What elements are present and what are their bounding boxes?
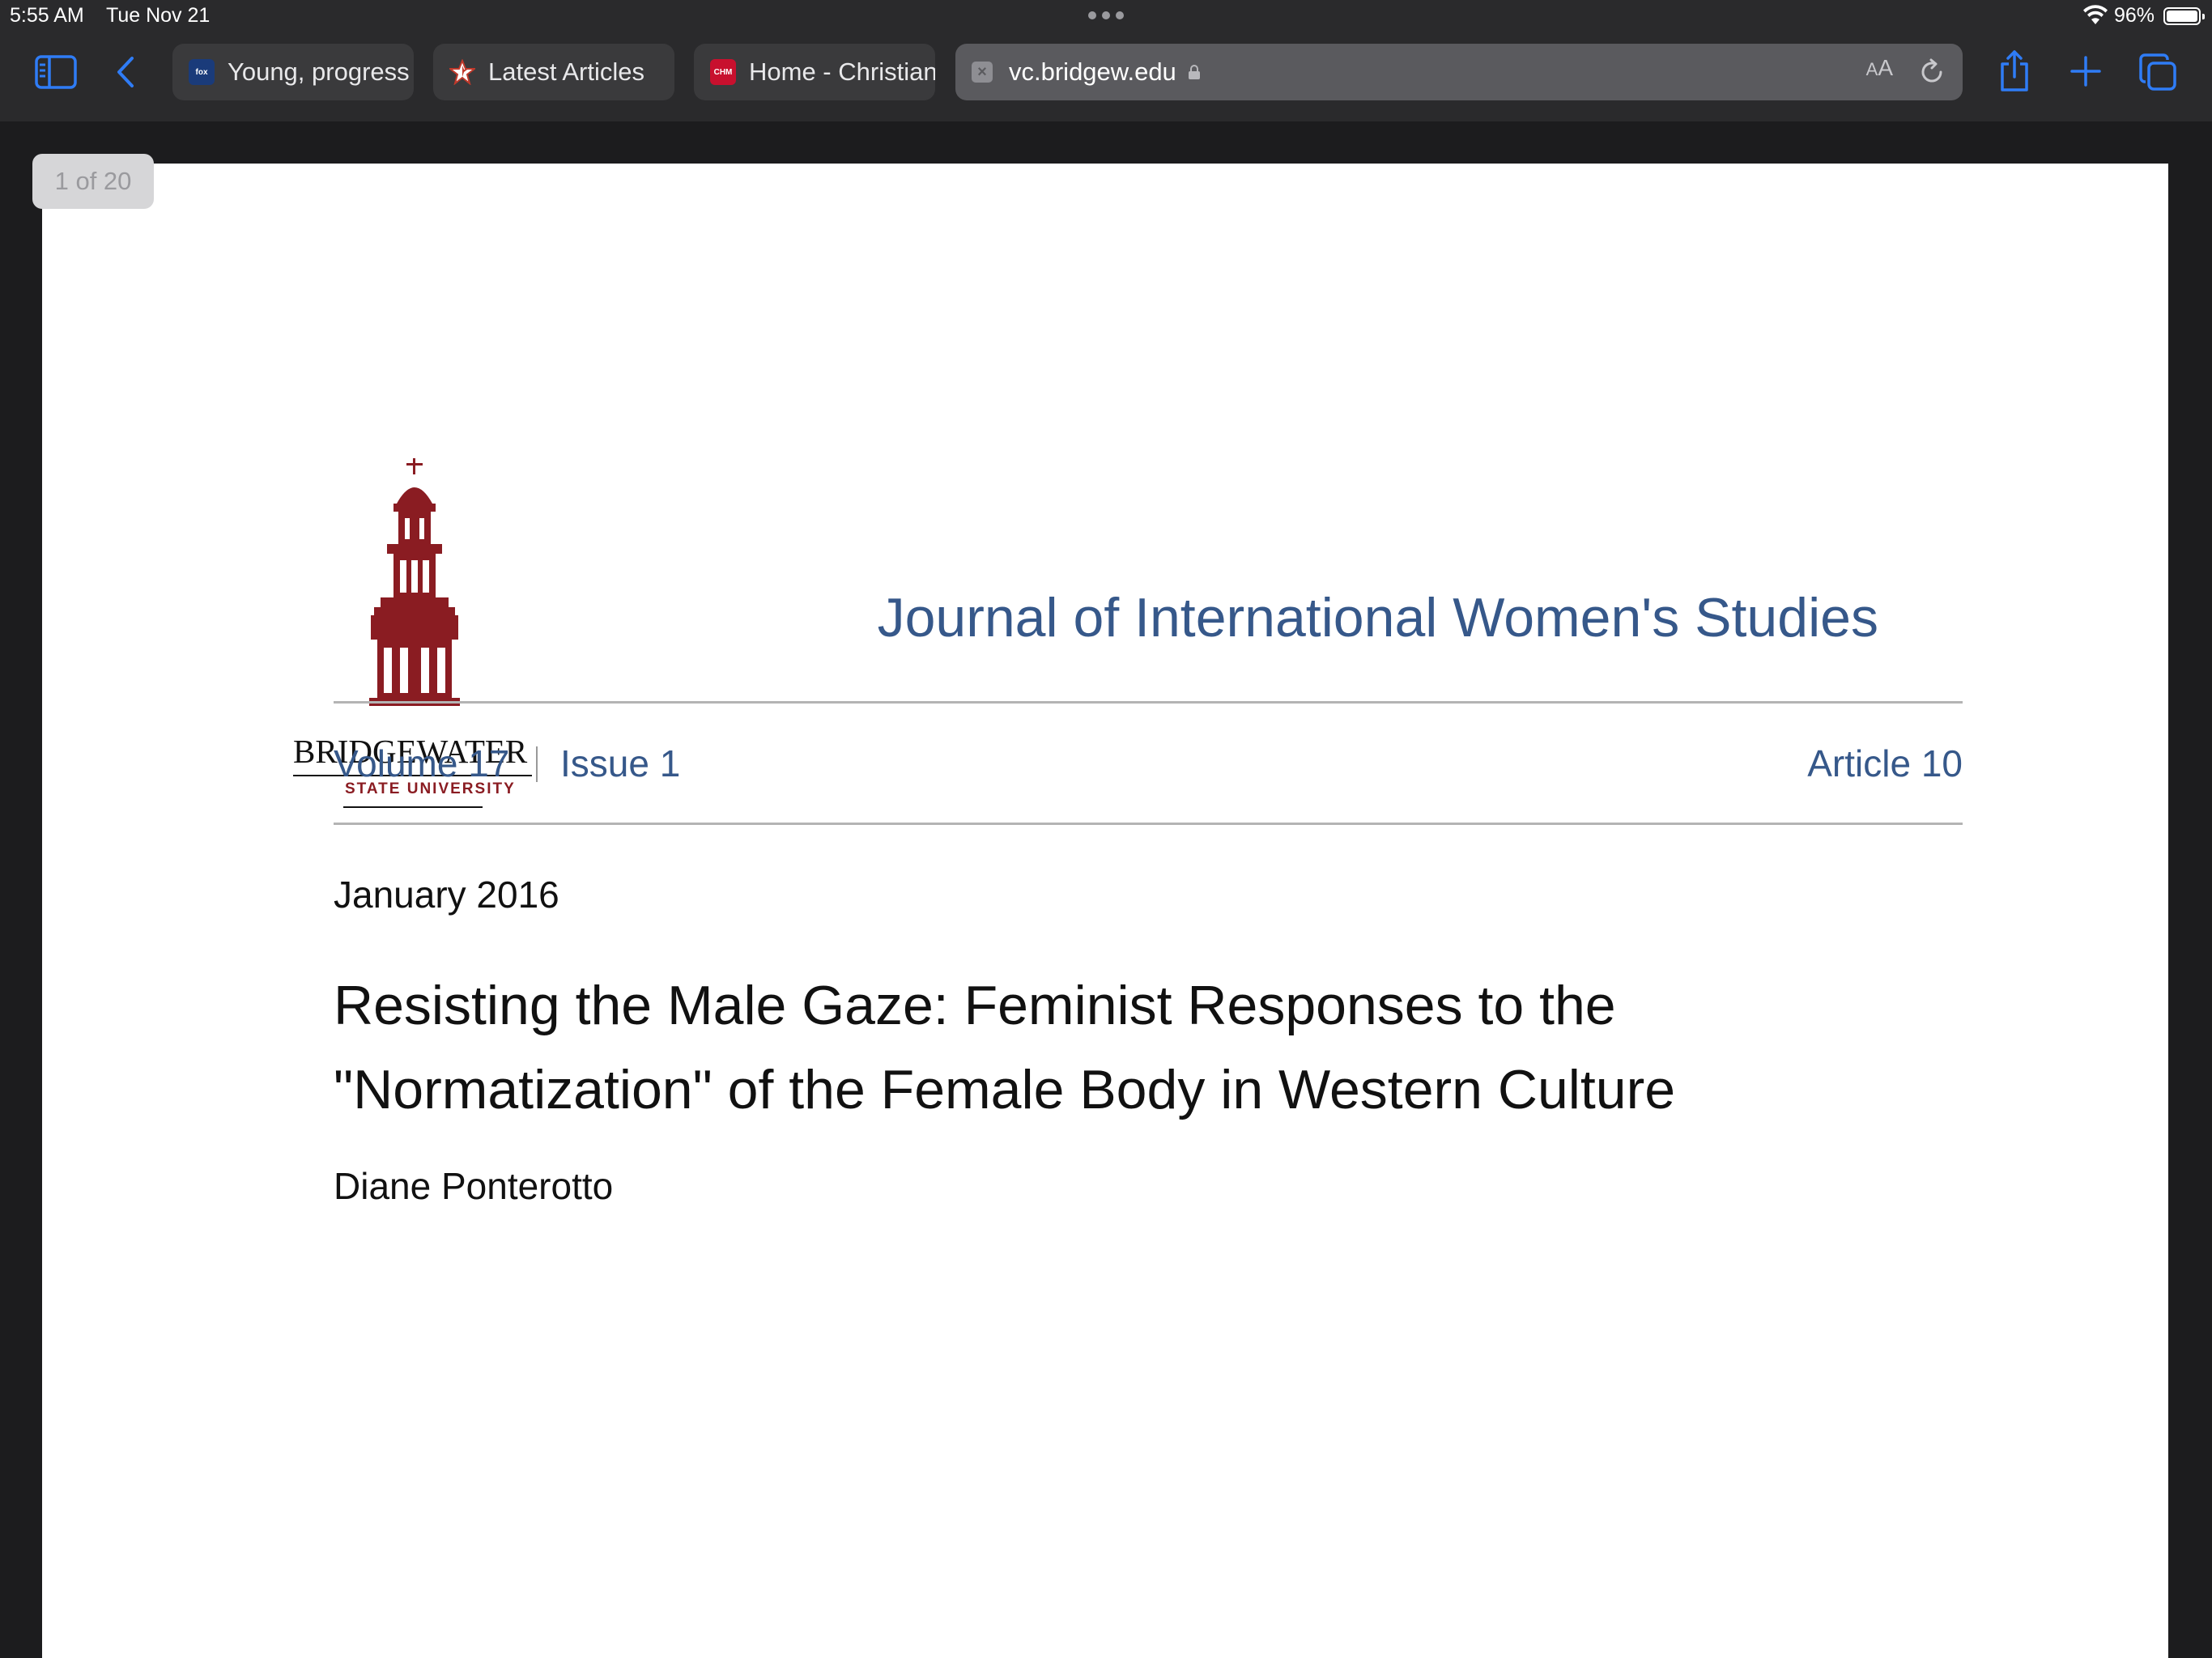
address-bar[interactable]: × vc.bridgew.edu AA	[955, 44, 1963, 100]
status-date: Tue Nov 21	[106, 4, 211, 27]
reader-settings-button[interactable]: AA	[1866, 55, 1893, 81]
tab-latest-articles[interactable]: Latest Articles	[433, 44, 674, 100]
url-text: vc.bridgew.edu	[1009, 57, 1176, 86]
logo-rule	[343, 806, 483, 808]
article-number: Article 10	[1807, 742, 1963, 784]
article-title: Resisting the Male Gaze: Feminist Respon…	[334, 963, 1872, 1132]
browser-toolbar: fox Young, progress Latest Articles CHM …	[0, 32, 2212, 121]
separator	[536, 746, 538, 782]
battery-icon	[2163, 7, 2205, 25]
tab-label: Home - Christian	[749, 57, 935, 86]
tab-overview-icon[interactable]	[2138, 52, 2178, 92]
page-counter: 1 of 20	[32, 154, 154, 209]
article-title-line: Resisting the Male Gaze: Feminist Respon…	[334, 975, 1616, 1036]
site-favicon-icon: ×	[972, 62, 993, 83]
battery-percent: 96%	[2114, 4, 2155, 27]
lock-icon	[1188, 65, 1200, 79]
volume-issue-row: Volume 17 Issue 1 Article 10	[334, 742, 1963, 790]
tab-label: Latest Articles	[488, 57, 644, 86]
divider	[334, 701, 1963, 704]
share-icon[interactable]	[1997, 49, 2032, 94]
tab-label: Young, progress	[228, 57, 410, 86]
tab-home-christian[interactable]: CHM Home - Christian	[694, 44, 935, 100]
journal-title: Journal of International Women's Studies	[877, 587, 1878, 648]
status-bar: 5:55 AM Tue Nov 21 96%	[0, 0, 2212, 32]
volume-link[interactable]: Volume 17	[334, 742, 509, 785]
new-tab-plus-icon[interactable]	[2069, 53, 2102, 89]
tab-young-progress[interactable]: fox Young, progress	[172, 44, 414, 100]
article-title-line: "Normatization" of the Female Body in We…	[334, 1059, 1676, 1120]
cupola-building-icon	[369, 458, 460, 706]
back-chevron-icon[interactable]	[110, 53, 139, 91]
bridgewater-logo: BRIDGEWATER STATE UNIVERSITY	[293, 455, 536, 808]
wifi-icon	[2083, 5, 2108, 24]
fox-news-icon: fox	[189, 59, 215, 85]
texas-star-icon	[449, 59, 475, 85]
multitasking-dots-icon[interactable]	[1088, 11, 1124, 19]
cnn-icon: CHM	[710, 59, 736, 85]
divider	[334, 823, 1963, 825]
issue-link[interactable]: Issue 1	[560, 742, 680, 785]
publication-date: January 2016	[334, 874, 559, 916]
pdf-page: BRIDGEWATER STATE UNIVERSITY Journal of …	[42, 164, 2168, 1658]
reload-icon[interactable]	[1917, 57, 1946, 87]
author-name: Diane Ponterotto	[334, 1165, 614, 1207]
status-time: 5:55 AM	[10, 4, 84, 27]
sidebar-toggle-icon[interactable]	[32, 53, 79, 91]
